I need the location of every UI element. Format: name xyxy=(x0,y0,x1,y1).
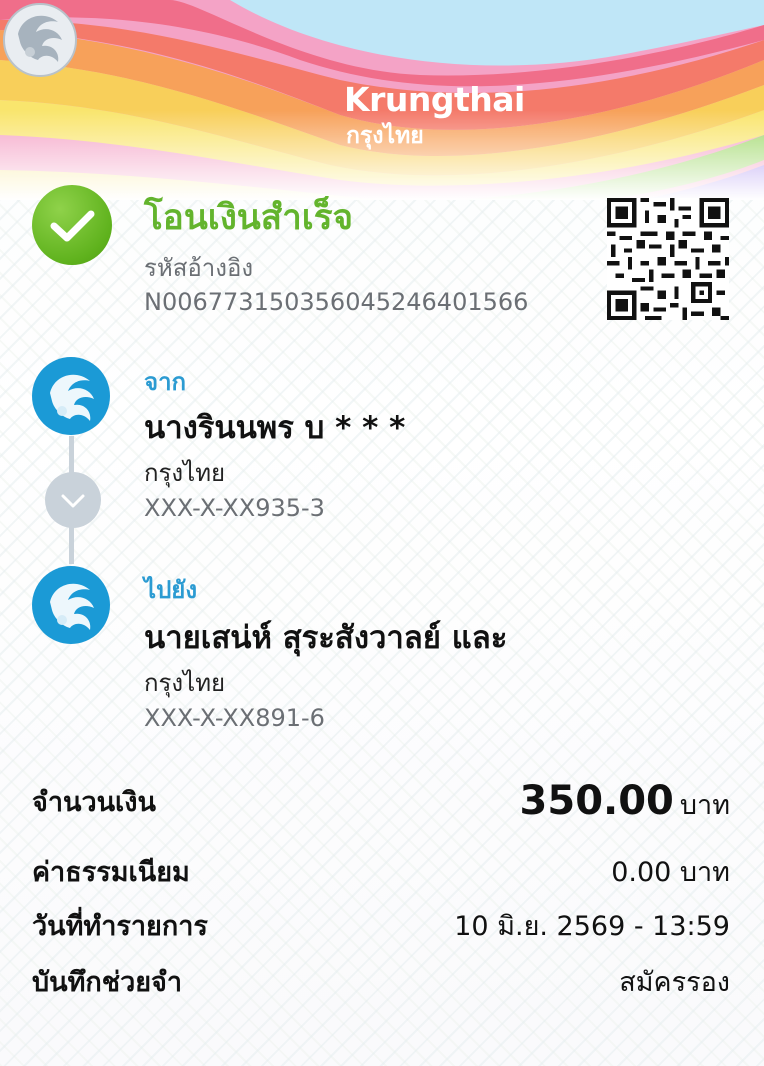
fee-label: ค่าธรรมเนียม xyxy=(32,857,190,888)
check-circle-icon xyxy=(32,185,112,265)
krungthai-bird-icon xyxy=(32,357,110,435)
from-label: จาก xyxy=(144,368,187,396)
amount-label: จำนวนเงิน xyxy=(32,787,156,818)
reference-label: รหัสอ้างอิง xyxy=(144,254,254,282)
qr-code-icon[interactable] xyxy=(607,198,729,320)
from-account: XXX-X-XX935-3 xyxy=(144,494,325,522)
from-bank: กรุงไทย xyxy=(144,459,226,487)
date-label: วันที่ทำรายการ xyxy=(32,911,208,942)
fee-value: 0.00 บาท xyxy=(611,857,730,888)
to-account: XXX-X-XX891-6 xyxy=(144,704,325,732)
amount-unit: บาท xyxy=(679,790,730,821)
status-title: โอนเงินสำเร็จ xyxy=(144,198,354,238)
date-value: 10 มิ.ย. 2569 - 13:59 xyxy=(454,911,730,942)
brand-name-th: กรุงไทย xyxy=(346,123,424,149)
krungthai-bird-icon xyxy=(32,566,110,644)
amount-value: 350.00 บาท xyxy=(520,778,730,826)
to-bank: กรุงไทย xyxy=(144,669,226,697)
amount-number: 350.00 xyxy=(519,778,674,824)
brand-header: Krungthai กรุงไทย xyxy=(0,0,764,200)
memo-label: บันทึกช่วยจำ xyxy=(32,967,183,998)
to-name: นายเสน่ห์ สุระสังวาลย์ และ xyxy=(144,620,508,656)
memo-value: สมัครรอง xyxy=(619,967,730,998)
chevron-down-icon xyxy=(45,472,101,528)
from-name: นางรินนพร บ * * * xyxy=(144,410,406,446)
to-label: ไปยัง xyxy=(144,576,198,604)
krungthai-bird-icon xyxy=(3,3,77,77)
brand-name-en: Krungthai xyxy=(344,80,525,119)
reference-code: N006773150356045246401566 xyxy=(144,288,529,316)
